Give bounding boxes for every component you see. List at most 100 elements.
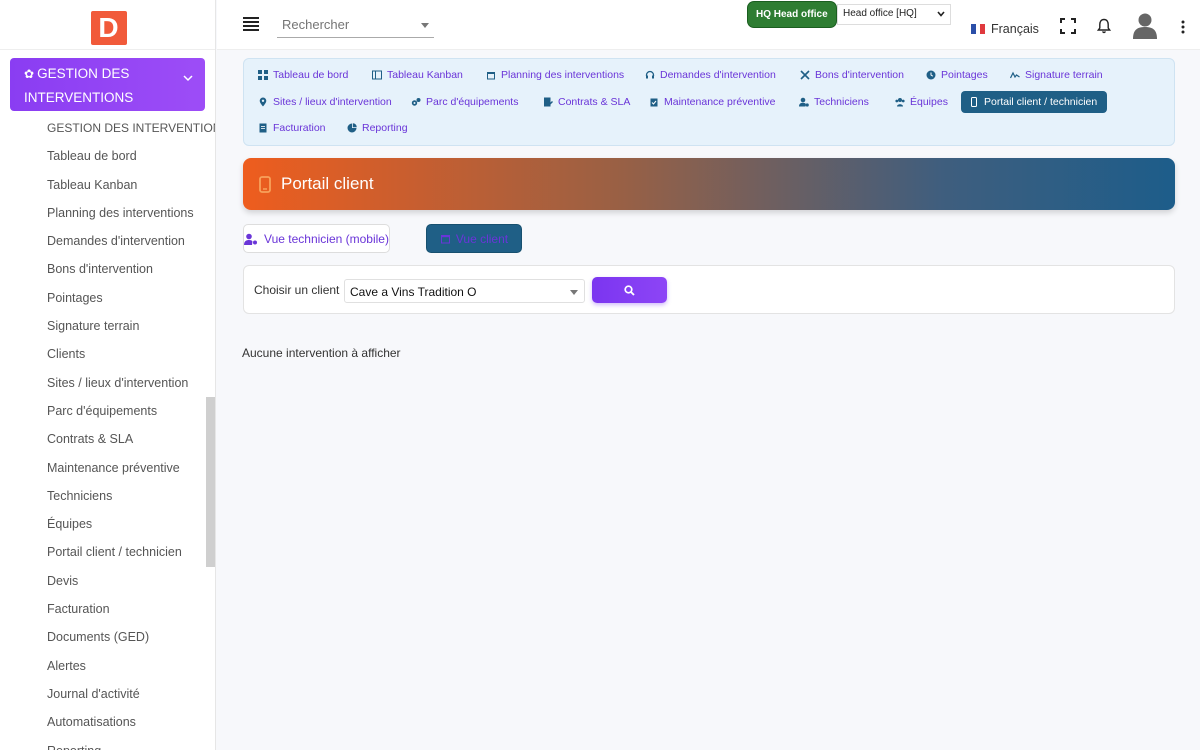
tab-reporting[interactable]: Reporting (347, 117, 408, 139)
fullscreen-icon[interactable] (1060, 18, 1076, 34)
hq-badge[interactable]: HQ Head office (748, 2, 836, 27)
tab-timesheets[interactable]: Pointages (926, 64, 988, 86)
technician-view-button[interactable]: Vue technicien (mobile) (243, 224, 390, 253)
clipboard-check-icon (650, 98, 658, 107)
tab-label: Tableau Kanban (387, 69, 463, 81)
user-cog-icon (244, 233, 258, 245)
app-logo[interactable]: D (90, 10, 127, 45)
tools-icon (800, 70, 810, 80)
sidebar-item-sites[interactable]: Sites / lieux d'intervention (0, 369, 206, 397)
sidebar-item-timesheets[interactable]: Pointages (0, 284, 206, 312)
tab-signature[interactable]: Signature terrain (1010, 64, 1103, 86)
client-view-label: Vue client (455, 231, 509, 246)
sidebar-item-maintenance[interactable]: Maintenance préventive (0, 454, 206, 482)
gear-icon: ✿ (24, 67, 35, 81)
tab-label: Bons d'intervention (815, 69, 904, 81)
user-cog-icon (799, 97, 809, 107)
tab-contracts[interactable]: Contrats & SLA (543, 91, 630, 113)
tab-teams[interactable]: Équipes (895, 91, 948, 113)
hamburger-menu-icon[interactable] (243, 17, 259, 31)
module-tabs: Tableau de bord Tableau Kanban Planning … (243, 58, 1175, 146)
tab-technicians[interactable]: Techniciens (799, 91, 869, 113)
search-input[interactable] (277, 12, 434, 38)
sidebar-item-reporting[interactable]: Reporting (0, 737, 206, 750)
module-header[interactable]: ✿ GESTION DES INTERVENTIONS (10, 58, 205, 111)
signature-icon (1010, 71, 1020, 79)
sidebar-item-portal[interactable]: Portail client / technicien (0, 538, 206, 566)
tab-kanban[interactable]: Tableau Kanban (372, 64, 463, 86)
search-button[interactable] (592, 277, 667, 303)
user-avatar-icon[interactable] (1132, 12, 1158, 39)
tab-label: Portail client / technicien (984, 96, 1098, 108)
sidebar-item-activity-log[interactable]: Journal d'activité (0, 680, 206, 708)
tab-label: Pointages (941, 69, 988, 81)
module-title: GESTION DES INTERVENTIONS (24, 66, 134, 105)
mobile-phone-icon (259, 175, 271, 193)
tab-label: Maintenance préventive (664, 96, 776, 108)
tab-dashboard[interactable]: Tableau de bord (258, 64, 348, 86)
grid-icon (258, 70, 268, 80)
tab-label: Sites / lieux d'intervention (273, 96, 392, 108)
client-filter-card: Choisir un client Cave a Vins Tradition … (243, 265, 1175, 314)
sidebar-item-quotes[interactable]: Devis (0, 567, 206, 595)
tab-sites[interactable]: Sites / lieux d'intervention (258, 91, 392, 113)
calendar-icon (440, 235, 450, 244)
tab-portal[interactable]: Portail client / technicien (961, 91, 1108, 113)
tab-requests[interactable]: Demandes d'intervention (645, 64, 776, 86)
client-view-button[interactable]: Vue client (426, 224, 522, 253)
sidebar-item-module[interactable]: GESTION DES INTERVENTIONS (0, 114, 215, 142)
kanban-icon (372, 70, 382, 80)
sidebar-item-signature[interactable]: Signature terrain (0, 312, 206, 340)
tab-work-orders[interactable]: Bons d'intervention (800, 64, 904, 86)
sidebar: D ✿ GESTION DES INTERVENTIONS GESTION DES… (0, 0, 216, 750)
office-select-value: Head office [HQ] (843, 8, 917, 19)
sidebar-item-teams[interactable]: Équipes (0, 510, 206, 538)
topbar: HQ Head office Head office [HQ] Français (217, 0, 1200, 50)
sidebar-item-invoicing[interactable]: Facturation (0, 595, 206, 623)
tab-label: Signature terrain (1025, 69, 1103, 81)
mobile-icon (971, 97, 977, 107)
tab-invoicing[interactable]: Facturation (258, 117, 326, 139)
office-select[interactable]: Head office [HQ] (837, 4, 951, 25)
tab-planning[interactable]: Planning des interventions (486, 64, 624, 86)
sidebar-item-alerts[interactable]: Alertes (0, 652, 206, 680)
tab-label: Reporting (362, 122, 408, 134)
french-flag-icon (971, 24, 986, 34)
users-icon (895, 98, 905, 107)
sidebar-item-equipment[interactable]: Parc d'équipements (0, 397, 206, 425)
sidebar-item-documents[interactable]: Documents (GED) (0, 623, 206, 651)
sidebar-menu: GESTION DES INTERVENTIONS Tableau de bor… (0, 114, 215, 750)
clock-icon (926, 70, 936, 80)
sidebar-item-clients[interactable]: Clients (0, 340, 206, 368)
tab-label: Parc d'équipements (426, 96, 519, 108)
contract-icon (544, 97, 553, 107)
client-filter-label: Choisir un client (254, 283, 340, 297)
sidebar-item-dashboard[interactable]: Tableau de bord (0, 142, 206, 170)
tab-label: Demandes d'intervention (660, 69, 776, 81)
sidebar-item-work-orders[interactable]: Bons d'intervention (0, 255, 206, 283)
map-pin-icon (259, 97, 267, 107)
tab-label: Contrats & SLA (558, 96, 631, 108)
caret-down-icon[interactable] (421, 23, 429, 28)
sidebar-item-contracts[interactable]: Contrats & SLA (0, 425, 206, 453)
tab-equipment[interactable]: Parc d'équipements (411, 91, 518, 113)
sidebar-item-kanban[interactable]: Tableau Kanban (0, 171, 206, 199)
bell-icon[interactable] (1096, 18, 1112, 34)
tab-label: Facturation (273, 122, 326, 134)
client-select[interactable]: Cave a Vins Tradition O (344, 279, 585, 303)
sidebar-item-requests[interactable]: Demandes d'intervention (0, 227, 206, 255)
more-options-icon[interactable] (1181, 20, 1185, 34)
technician-view-label: Vue technicien (mobile) (264, 231, 389, 246)
page-title: Portail client (281, 174, 374, 193)
tab-label: Tableau de bord (273, 69, 349, 81)
tab-label: Techniciens (814, 96, 869, 108)
sidebar-scrollbar[interactable] (206, 397, 215, 567)
caret-down-icon (570, 290, 578, 295)
chart-pie-icon (347, 123, 357, 133)
language-selector[interactable]: Français (971, 22, 1039, 36)
tab-maintenance[interactable]: Maintenance préventive (649, 91, 776, 113)
sidebar-item-automations[interactable]: Automatisations (0, 708, 206, 736)
sidebar-item-technicians[interactable]: Techniciens (0, 482, 206, 510)
client-select-value: Cave a Vins Tradition O (350, 285, 477, 299)
sidebar-item-planning[interactable]: Planning des interventions (0, 199, 206, 227)
